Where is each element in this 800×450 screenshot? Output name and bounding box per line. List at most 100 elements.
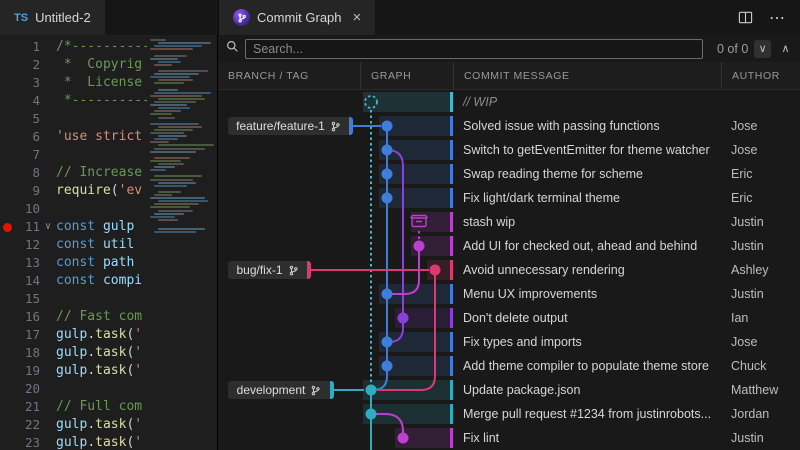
split-editor-icon[interactable]: [738, 10, 753, 25]
commit-row[interactable]: Fix lintJustin: [218, 426, 800, 450]
breakpoint-gutter[interactable]: [0, 326, 14, 344]
minimap-line: [150, 123, 199, 125]
commit-row[interactable]: bug/fix-1Avoid unnecessary renderingAshl…: [218, 258, 800, 282]
minimap-line: [150, 197, 205, 199]
fold-icon[interactable]: [40, 92, 56, 110]
breakpoint-gutter[interactable]: [0, 128, 14, 146]
breakpoint-gutter[interactable]: [0, 92, 14, 110]
fold-icon[interactable]: [40, 272, 56, 290]
commit-author: Eric: [721, 167, 800, 181]
fold-icon[interactable]: [40, 398, 56, 416]
code-text: 'use strict: [56, 128, 152, 146]
commit-row[interactable]: developmentUpdate package.jsonMatthew: [218, 378, 800, 402]
fold-icon[interactable]: [40, 254, 56, 272]
branch-label-feature-feature-1[interactable]: feature/feature-1: [228, 117, 353, 135]
fold-icon[interactable]: [40, 164, 56, 182]
fold-icon[interactable]: [40, 236, 56, 254]
line-number: 5: [14, 110, 40, 128]
code-editor[interactable]: 1/*-----------2 * Copyrig3 * License4 *-…: [0, 35, 218, 450]
fold-icon[interactable]: [40, 380, 56, 398]
fold-icon[interactable]: [40, 434, 56, 450]
fold-icon[interactable]: [40, 182, 56, 200]
fold-icon[interactable]: [40, 38, 56, 56]
commit-row[interactable]: Swap reading theme for schemeEric: [218, 162, 800, 186]
breakpoint-gutter[interactable]: [0, 362, 14, 380]
breakpoint-gutter[interactable]: [0, 344, 14, 362]
search-input[interactable]: [245, 39, 703, 59]
breakpoint-gutter[interactable]: [0, 74, 14, 92]
fold-icon[interactable]: [40, 326, 56, 344]
breakpoint-gutter[interactable]: [0, 164, 14, 182]
breakpoint-gutter[interactable]: [0, 110, 14, 128]
minimap-line: [154, 82, 184, 84]
line-number: 9: [14, 182, 40, 200]
column-branch-tag[interactable]: BRANCH / TAG: [218, 62, 360, 89]
chevron-up-icon[interactable]: ∧: [777, 40, 794, 58]
breakpoint-gutter[interactable]: [0, 272, 14, 290]
code-text: const util: [56, 236, 152, 254]
minimap-line: [154, 185, 187, 187]
commit-message: Add theme compiler to populate theme sto…: [453, 359, 721, 373]
tab-untitled-2[interactable]: TS Untitled-2: [0, 0, 105, 35]
commit-row[interactable]: feature/feature-1Solved issue with passi…: [218, 114, 800, 138]
commit-row[interactable]: Fix types and importsJose: [218, 330, 800, 354]
more-actions-icon[interactable]: ⋯: [769, 8, 786, 28]
breakpoint-gutter[interactable]: [0, 398, 14, 416]
code-text: // Full com: [56, 398, 152, 416]
fold-icon[interactable]: [40, 128, 56, 146]
minimap-line: [158, 144, 214, 146]
code-text: gulp.task(': [56, 416, 152, 434]
breakpoint-gutter[interactable]: [0, 236, 14, 254]
commit-row[interactable]: Add UI for checked out, ahead and behind…: [218, 234, 800, 258]
fold-icon[interactable]: [40, 362, 56, 380]
fold-icon[interactable]: [40, 200, 56, 218]
row-tint: [395, 428, 453, 448]
breakpoint-gutter[interactable]: [0, 434, 14, 450]
fold-icon[interactable]: [40, 146, 56, 164]
fold-icon[interactable]: ∨: [40, 218, 56, 236]
commit-message: Swap reading theme for scheme: [453, 167, 721, 181]
row-tint: [363, 404, 453, 424]
commit-row[interactable]: stash wipJustin: [218, 210, 800, 234]
column-commit-message[interactable]: COMMIT MESSAGE: [453, 62, 721, 89]
commit-row[interactable]: Don't delete outputIan: [218, 306, 800, 330]
commit-author: Matthew: [721, 383, 800, 397]
fold-icon[interactable]: [40, 110, 56, 128]
fold-icon[interactable]: [40, 56, 56, 74]
breakpoint-gutter[interactable]: [0, 290, 14, 308]
fold-icon[interactable]: [40, 344, 56, 362]
column-author[interactable]: AUTHOR: [721, 62, 800, 89]
column-graph[interactable]: GRAPH: [360, 62, 453, 89]
fold-icon[interactable]: [40, 74, 56, 92]
breakpoint-gutter[interactable]: [0, 56, 14, 74]
commit-row[interactable]: Merge pull request #1234 from justinrobo…: [218, 402, 800, 426]
commit-row[interactable]: Menu UX improvementsJustin: [218, 282, 800, 306]
commit-row[interactable]: Switch to getEventEmitter for theme watc…: [218, 138, 800, 162]
fold-icon[interactable]: [40, 416, 56, 434]
branch-label-development[interactable]: development: [228, 381, 334, 399]
breakpoint-gutter[interactable]: [0, 254, 14, 272]
branch-label-bug-fix-1[interactable]: bug/fix-1: [228, 261, 311, 279]
fold-icon[interactable]: [40, 290, 56, 308]
chevron-down-icon[interactable]: ∨: [754, 40, 771, 58]
breakpoint-gutter[interactable]: [0, 416, 14, 434]
breakpoint-gutter[interactable]: [0, 38, 14, 56]
minimap-line: [158, 79, 193, 81]
commit-row[interactable]: Add theme compiler to populate theme sto…: [218, 354, 800, 378]
breakpoint-gutter[interactable]: [0, 308, 14, 326]
minimap[interactable]: [147, 35, 217, 450]
breakpoint-gutter[interactable]: [0, 218, 14, 236]
fold-icon[interactable]: [40, 308, 56, 326]
commit-row[interactable]: Fix light/dark terminal themeEric: [218, 186, 800, 210]
commit-row[interactable]: // WIP: [218, 90, 800, 114]
breakpoint-icon[interactable]: [3, 223, 12, 232]
breakpoint-gutter[interactable]: [0, 380, 14, 398]
breakpoint-gutter[interactable]: [0, 182, 14, 200]
minimap-line: [158, 126, 202, 128]
breakpoint-gutter[interactable]: [0, 200, 14, 218]
minimap-line: [154, 148, 205, 150]
close-icon[interactable]: ×: [353, 10, 362, 25]
tab-commit-graph[interactable]: Commit Graph ×: [219, 0, 375, 35]
minimap-line: [150, 58, 178, 60]
breakpoint-gutter[interactable]: [0, 146, 14, 164]
